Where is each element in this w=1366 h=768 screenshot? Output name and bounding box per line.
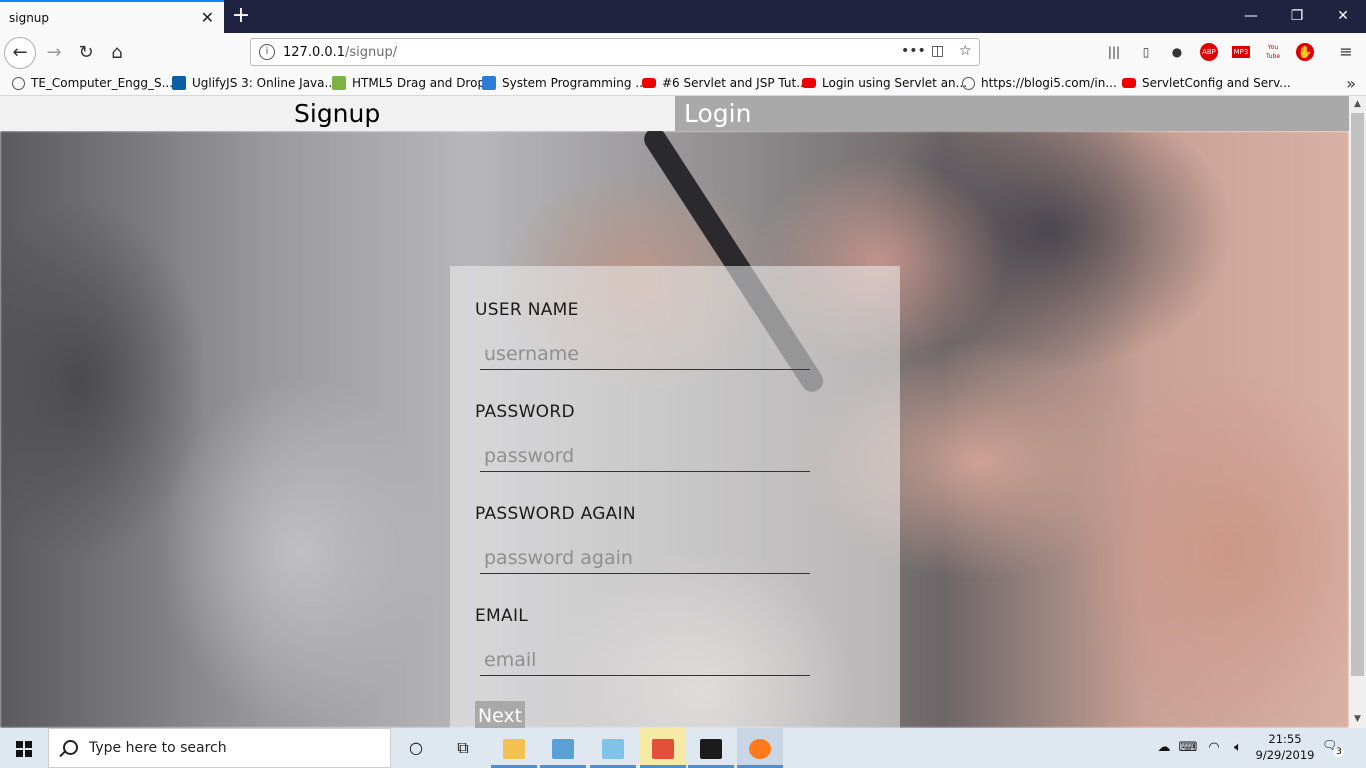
bookmark-item[interactable]: ServletConfig and Serv... (1122, 76, 1291, 90)
bookmarks-overflow-icon[interactable]: » (1346, 74, 1356, 93)
bookmark-label: UglifyJS 3: Online Java... (192, 76, 336, 90)
input-method-icon[interactable]: ⌨ (1178, 728, 1198, 768)
home-icon[interactable]: ⌂ (101, 37, 133, 69)
page-actions-icon[interactable]: ••• (901, 43, 926, 59)
bookmark-label: System Programming ... (502, 76, 647, 90)
bookmark-label: TE_Computer_Engg_S... (31, 76, 174, 90)
sidebar-icon[interactable]: ▯ (1137, 43, 1155, 61)
url-path: /signup/ (345, 45, 398, 60)
forward-icon[interactable]: → (38, 37, 70, 69)
notification-center-icon[interactable]: 🗨︎ 3 (1322, 738, 1344, 758)
browser-tab[interactable]: signup ✕ (0, 0, 224, 33)
top-nav: Signup Login (0, 96, 1349, 131)
bookmark-item[interactable]: HTML5 Drag and Drop (332, 76, 485, 90)
youtube-icon (642, 78, 656, 88)
bookmark-label: #6 Servlet and JSP Tut... (662, 76, 808, 90)
html5-icon (332, 76, 346, 90)
windows-logo-icon (16, 741, 32, 757)
tab-close-icon[interactable]: ✕ (201, 8, 214, 27)
wifi-icon[interactable]: ◠ (1204, 728, 1224, 768)
bookmark-label: Login using Servlet an... (822, 76, 968, 90)
youtube-icon (802, 78, 816, 88)
system-clock[interactable]: 21:55 9/29/2019 (1250, 731, 1320, 763)
username-label: USER NAME (475, 300, 579, 320)
bookmark-label: https://blogi5.com/in... (981, 76, 1117, 90)
site-info-icon[interactable]: i (259, 44, 275, 60)
clock-date: 9/29/2019 (1255, 748, 1315, 762)
start-button[interactable] (0, 728, 48, 768)
email-input[interactable] (480, 644, 810, 676)
paint-icon[interactable] (640, 728, 686, 768)
tab-signup[interactable]: Signup (0, 96, 675, 131)
scroll-thumb[interactable] (1351, 113, 1364, 676)
bookmark-item[interactable]: System Programming ... (482, 76, 647, 90)
account-icon[interactable]: ● (1168, 43, 1186, 61)
scroll-up-icon[interactable]: ▲ (1349, 96, 1366, 113)
password-again-input[interactable] (480, 542, 810, 574)
window-close-icon[interactable]: ✕ (1320, 0, 1366, 33)
control-panel-icon[interactable] (540, 728, 586, 768)
pp-icon (482, 76, 496, 90)
cortana-icon[interactable]: ○ (393, 728, 439, 768)
url-bar[interactable]: i 127.0.0.1/signup/ ••• ◫ ☆ (250, 38, 980, 66)
bookmark-star-icon[interactable]: ☆ (959, 43, 972, 59)
bookmark-item[interactable]: https://blogi5.com/in... (962, 76, 1117, 90)
bookmark-item[interactable]: #6 Servlet and JSP Tut... (642, 76, 808, 90)
clock-time: 21:55 (1268, 732, 1302, 746)
youtube-icon[interactable]: You Tube (1264, 43, 1282, 61)
bookmark-item[interactable]: TE_Computer_Engg_S... (12, 76, 173, 90)
menu-icon[interactable]: ≡ (1337, 43, 1355, 61)
browser-nav-bar: ← → ↻ ⌂ i 127.0.0.1/signup/ ••• ◫ ☆ ||| … (0, 33, 1366, 73)
password-again-label: PASSWORD AGAIN (475, 504, 636, 524)
volume-icon[interactable]: 🔈︎ (1228, 728, 1248, 768)
email-label: EMAIL (475, 606, 529, 626)
next-button[interactable]: Next (475, 701, 525, 728)
notepad-icon[interactable] (590, 728, 636, 768)
onedrive-icon[interactable]: ☁ (1154, 728, 1174, 768)
new-tab-icon[interactable]: + (230, 3, 252, 29)
addon-icon[interactable]: ✋ (1296, 43, 1314, 61)
minimize-icon[interactable]: — (1228, 0, 1274, 33)
bookmark-item[interactable]: UglifyJS 3: Online Java... (172, 76, 336, 90)
tab-signup-label: Signup (294, 99, 381, 128)
pocket-icon[interactable]: ◫ (931, 43, 944, 59)
terminal-icon[interactable] (688, 728, 734, 768)
bookmarks-bar: TE_Computer_Engg_S... UglifyJS 3: Online… (0, 73, 1366, 96)
windows-taskbar: Type here to search ○ ⧉ ☁ ⌨ ◠ 🔈︎ 21:55 9… (0, 728, 1366, 768)
taskbar-search-box[interactable]: Type here to search (48, 728, 391, 768)
mp3-icon[interactable]: MP3 (1232, 46, 1250, 58)
file-explorer-icon[interactable] (491, 728, 537, 768)
tab-login-label: Login (684, 99, 752, 128)
bookmark-item[interactable]: Login using Servlet an... (802, 76, 967, 90)
adblock-icon[interactable]: ABP (1200, 43, 1218, 61)
task-view-icon[interactable]: ⧉ (440, 728, 486, 768)
reload-icon[interactable]: ↻ (70, 37, 102, 69)
uglify-icon (172, 76, 186, 90)
url-host: 127.0.0.1 (283, 45, 346, 60)
library-icon[interactable]: ||| (1105, 43, 1123, 61)
tab-title: signup (9, 11, 50, 25)
globe-icon (12, 77, 25, 90)
browser-tab-bar: signup ✕ + — ❐ ✕ (0, 0, 1366, 33)
back-icon[interactable]: ← (4, 37, 36, 69)
search-icon (63, 740, 78, 755)
password-label: PASSWORD (475, 402, 575, 422)
page-scrollbar[interactable]: ▲ ▼ (1349, 96, 1366, 728)
bookmark-label: ServletConfig and Serv... (1142, 76, 1291, 90)
username-input[interactable] (480, 338, 810, 370)
web-page: Signup Login USER NAME PASSWORD PASSWORD… (0, 96, 1349, 728)
firefox-icon[interactable] (737, 728, 783, 768)
restore-icon[interactable]: ❐ (1274, 0, 1320, 33)
youtube-icon (1122, 78, 1136, 88)
password-input[interactable] (480, 440, 810, 472)
globe-icon (962, 77, 975, 90)
tab-login[interactable]: Login (675, 96, 1349, 131)
url-text[interactable]: 127.0.0.1/signup/ (283, 45, 397, 60)
scroll-down-icon[interactable]: ▼ (1349, 711, 1366, 728)
signup-form: USER NAME PASSWORD PASSWORD AGAIN EMAIL … (450, 266, 900, 728)
taskbar-search-placeholder: Type here to search (89, 740, 227, 756)
notification-count: 3 (1334, 747, 1344, 757)
bookmark-label: HTML5 Drag and Drop (352, 76, 486, 90)
